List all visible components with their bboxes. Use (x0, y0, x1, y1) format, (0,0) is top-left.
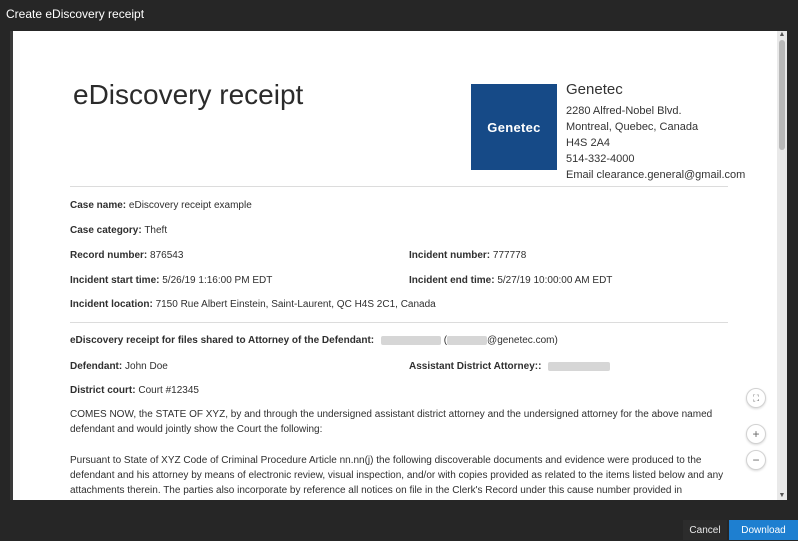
incident-start-row: Incident start time: 5/26/19 1:16:00 PM … (70, 275, 272, 286)
incident-end-row: Incident end time: 5/27/19 10:00:00 AM E… (409, 275, 612, 286)
court-label: District court: (70, 385, 136, 396)
incident-end-label: Incident end time: (409, 275, 495, 286)
receipt-page: eDiscovery receipt Genetec Genetec 2280 … (13, 31, 787, 500)
fit-to-page-icon[interactable]: ⛶ (746, 388, 766, 408)
dialog-title: Create eDiscovery receipt (6, 7, 145, 21)
receipt-preview[interactable]: eDiscovery receipt Genetec Genetec 2280 … (10, 31, 787, 500)
case-name-row: Case name: eDiscovery receipt example (70, 200, 252, 211)
court-value: Court #12345 (138, 385, 199, 396)
company-info: Genetec 2280 Alfred-Nobel Blvd. Montreal… (566, 79, 745, 183)
redacted-email-user (447, 335, 488, 345)
logo-text: Genetec (487, 119, 541, 135)
record-number-value: 876543 (150, 250, 184, 261)
scroll-down-icon[interactable]: ▼ (778, 492, 786, 500)
company-phone: 514-332-4000 (566, 153, 635, 165)
defendant-value: John Doe (125, 361, 168, 372)
defendant-label: Defendant: (70, 361, 123, 372)
case-category-label: Case category: (70, 225, 142, 236)
ada-row: Assistant District Attorney:: (409, 361, 611, 372)
paragraph-2: Pursuant to State of XYZ Code of Crimina… (70, 455, 724, 496)
company-email: Email clearance.general@gmail.com (566, 169, 746, 181)
incident-start-label: Incident start time: (70, 275, 160, 286)
shared-with-label: eDiscovery receipt for files shared to A… (70, 335, 375, 346)
record-number-row: Record number: 876543 (70, 250, 183, 261)
paragraph-1: COMES NOW, the STATE OF XYZ, by and thro… (70, 409, 713, 435)
company-postal: H4S 2A4 (566, 137, 611, 149)
shared-with-row: eDiscovery receipt for files shared to A… (70, 335, 558, 346)
zoom-in-icon[interactable]: + (746, 424, 766, 444)
vertical-scrollbar[interactable]: ▲ ▼ (777, 31, 787, 500)
cancel-button[interactable]: Cancel (683, 520, 727, 540)
incident-end-value: 5/27/19 10:00:00 AM EDT (497, 275, 613, 286)
company-address2: Montreal, Quebec, Canada (566, 121, 699, 133)
divider (70, 186, 728, 187)
incident-number-value: 777778 (492, 250, 527, 261)
redacted-ada (548, 361, 611, 371)
case-name-value: eDiscovery receipt example (128, 200, 252, 211)
company-logo: Genetec (471, 84, 557, 170)
scroll-up-icon[interactable]: ▲ (778, 31, 786, 39)
divider (70, 322, 728, 323)
company-address1: 2280 Alfred-Nobel Blvd. (566, 105, 682, 117)
receipt-title: eDiscovery receipt (73, 79, 304, 110)
record-number-label: Record number: (70, 250, 148, 261)
incident-location-value: 7150 Rue Albert Einstein, Saint-Laurent,… (155, 299, 436, 310)
case-name-label: Case name: (70, 200, 127, 211)
shared-email-domain: @genetec.com) (487, 335, 558, 346)
incident-number-label: Incident number: (409, 250, 491, 261)
dialog-titlebar: Create eDiscovery receipt (0, 0, 798, 26)
defendant-row: Defendant: John Doe (70, 361, 168, 372)
case-category-value: Theft (144, 225, 168, 236)
company-name: Genetec (566, 81, 623, 98)
case-category-row: Case category: Theft (70, 225, 167, 236)
incident-number-row: Incident number: 777778 (409, 250, 526, 261)
incident-location-row: Incident location: 7150 Rue Albert Einst… (70, 299, 436, 310)
download-button[interactable]: Download (729, 520, 798, 540)
scrollbar-thumb[interactable] (779, 40, 785, 150)
incident-start-value: 5/26/19 1:16:00 PM EDT (162, 275, 273, 286)
zoom-out-icon[interactable]: − (746, 450, 766, 470)
ada-label: Assistant District Attorney:: (409, 361, 542, 372)
court-row: District court: Court #12345 (70, 385, 199, 396)
redacted-name (380, 335, 441, 345)
incident-location-label: Incident location: (70, 299, 153, 310)
dialog-footer (0, 500, 798, 541)
